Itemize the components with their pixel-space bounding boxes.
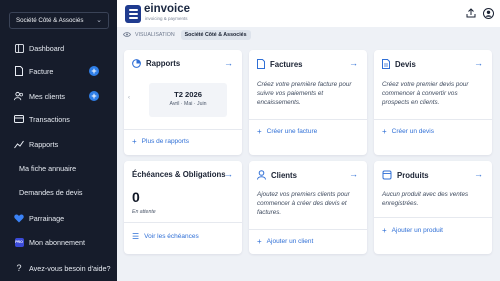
factures-title: Factures xyxy=(270,59,303,69)
sidebar-item-label: Demandes de devis xyxy=(19,187,83,197)
devis-title: Devis xyxy=(395,59,416,69)
view-deadlines-link[interactable]: ☰ Voir les échéances xyxy=(132,232,199,241)
clients-arrow-icon[interactable]: → xyxy=(349,169,358,179)
chart-icon xyxy=(14,139,24,149)
einvoice-logo[interactable] xyxy=(125,5,141,23)
clients-description: Ajoutez vos premiers clients pour commen… xyxy=(257,191,350,216)
sidebar-item-label: Facture xyxy=(29,66,54,76)
create-invoice-link[interactable]: + Créer une facture xyxy=(257,127,317,136)
sidebar-item-label: Transactions xyxy=(29,114,70,124)
echeances-count: 0 xyxy=(132,189,140,205)
breadcrumb-section: VISUALISATION xyxy=(135,31,175,38)
plus-icon: + xyxy=(257,237,262,246)
rapports-title: Rapports xyxy=(146,59,181,68)
card-icon xyxy=(14,114,24,124)
eye-icon xyxy=(123,32,131,37)
sidebar-item-rapports[interactable]: Rapports xyxy=(0,134,117,154)
echeances-arrow-icon[interactable]: → xyxy=(224,169,233,179)
more-reports-link[interactable]: + Plus de rapports xyxy=(132,137,189,146)
echeances-status: En attente xyxy=(132,209,156,215)
produits-description: Aucun produit avec des ventes enregistré… xyxy=(382,191,469,207)
sidebar-item-label: Avez-vous besoin d'aide? xyxy=(29,263,111,273)
echeances-card: Échéances & Obligations → 0 En attente ☰… xyxy=(124,161,242,254)
divider xyxy=(124,129,242,130)
breadcrumb-current[interactable]: Société Côté & Associés xyxy=(180,29,251,40)
list-icon: ☰ xyxy=(132,232,140,241)
heart-icon xyxy=(14,213,24,223)
document-icon xyxy=(382,59,390,69)
sidebar-item-clients[interactable]: Mes clients + xyxy=(0,86,117,106)
brand-name: einvoice xyxy=(144,3,191,15)
divider xyxy=(124,222,242,223)
clients-card: Clients → Ajoutez vos premiers clients p… xyxy=(249,161,367,254)
plus-icon: + xyxy=(382,127,387,136)
rapports-arrow-icon[interactable]: → xyxy=(224,58,233,68)
chart-icon xyxy=(132,59,141,68)
plus-icon: + xyxy=(132,137,137,146)
sidebar-item-dashboard[interactable]: Dashboard xyxy=(0,38,117,58)
plus-icon: + xyxy=(382,226,387,235)
brand-tagline: invoicing & payments xyxy=(145,16,188,21)
divider xyxy=(374,217,492,218)
sidebar-item-label: Mon abonnement xyxy=(29,237,85,247)
sidebar-item-label: Parrainage xyxy=(29,213,65,223)
plus-icon: + xyxy=(257,127,262,136)
help-icon: ? xyxy=(16,263,22,273)
produits-title: Produits xyxy=(397,170,429,180)
top-header: einvoice invoicing & payments xyxy=(117,0,500,27)
add-invoice-button[interactable]: + xyxy=(89,66,99,76)
clients-icon xyxy=(14,91,24,101)
chevron-down-icon: ⌄ xyxy=(96,17,102,24)
divider xyxy=(374,119,492,120)
sidebar-item-abonnement[interactable]: PRO Mon abonnement xyxy=(0,232,117,252)
quarter-title: T2 2026 xyxy=(174,90,202,99)
produits-arrow-icon[interactable]: → xyxy=(474,169,483,179)
sidebar-item-demandes-devis[interactable]: Demandes de devis xyxy=(0,182,117,202)
rapports-card: Rapports → ‹ T2 2026 Avril · Mai · Juin … xyxy=(124,50,242,155)
sidebar-item-label: Mes clients xyxy=(29,91,65,101)
factures-arrow-icon[interactable]: → xyxy=(349,58,358,68)
sidebar-item-label: Dashboard xyxy=(29,43,65,53)
devis-arrow-icon[interactable]: → xyxy=(474,58,483,68)
echeances-title: Échéances & Obligations xyxy=(132,170,226,179)
add-client-button[interactable]: + xyxy=(89,91,99,101)
divider xyxy=(249,229,367,230)
sidebar-item-label: Rapports xyxy=(29,139,59,149)
factures-description: Créez votre première facture pour suivre… xyxy=(257,81,352,106)
sidebar: Société Côté & Associés ⌄ Dashboard Fact… xyxy=(0,0,117,281)
invoice-icon xyxy=(257,59,265,69)
invoice-icon xyxy=(14,66,24,76)
create-quote-link[interactable]: + Créer un devis xyxy=(382,127,434,136)
user-account-icon[interactable] xyxy=(482,7,494,19)
sidebar-item-parrainage[interactable]: Parrainage xyxy=(0,208,117,228)
sidebar-item-transactions[interactable]: Transactions xyxy=(0,109,117,129)
quarter-months: Avril · Mai · Juin xyxy=(169,101,207,107)
devis-description: Créez votre premier devis pour commencer… xyxy=(382,81,469,106)
factures-card: Factures → Créez votre première facture … xyxy=(249,50,367,155)
dashboard-icon xyxy=(14,43,24,53)
add-product-link[interactable]: + Ajouter un produit xyxy=(382,226,443,235)
share-icon[interactable] xyxy=(465,7,477,19)
user-icon xyxy=(257,170,266,180)
prev-quarter-icon[interactable]: ‹ xyxy=(128,95,130,101)
quarter-selector: T2 2026 Avril · Mai · Juin xyxy=(149,83,227,117)
devis-card: Devis → Créez votre premier devis pour c… xyxy=(374,50,492,155)
company-select-label: Société Côté & Associés xyxy=(16,17,84,24)
sidebar-item-aide[interactable]: ? Avez-vous besoin d'aide? xyxy=(0,258,117,278)
sidebar-item-facture[interactable]: Facture + xyxy=(0,61,117,81)
produits-card: Produits → Aucun produit avec des ventes… xyxy=(374,161,492,254)
divider xyxy=(249,119,367,120)
breadcrumb: VISUALISATION Société Côté & Associés xyxy=(123,29,251,40)
cart-icon xyxy=(382,170,392,180)
pro-badge: PRO xyxy=(14,237,24,247)
sidebar-item-fiche-annuaire[interactable]: Ma fiche annuaire xyxy=(0,158,117,178)
sidebar-item-label: Ma fiche annuaire xyxy=(19,163,77,173)
company-select[interactable]: Société Côté & Associés ⌄ xyxy=(9,12,109,29)
clients-title: Clients xyxy=(271,170,297,180)
add-client-link[interactable]: + Ajouter un client xyxy=(257,237,313,246)
